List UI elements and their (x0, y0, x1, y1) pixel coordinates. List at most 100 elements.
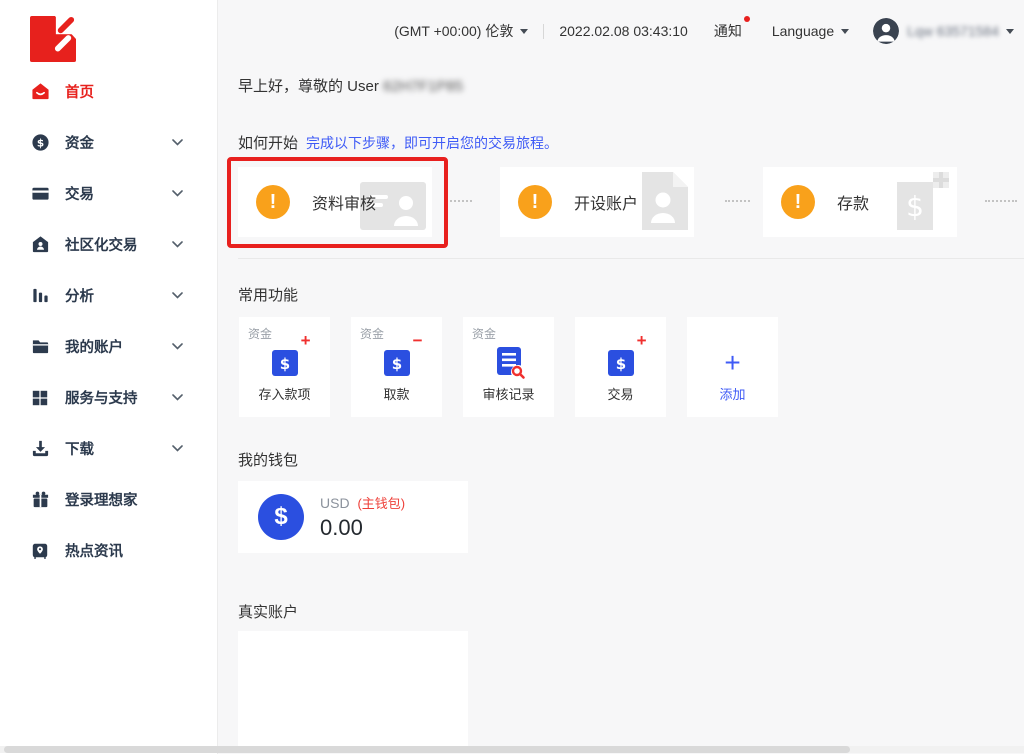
quick-functions-title: 常用功能 (238, 284, 298, 305)
wallet-info: USD (主钱包) 0.00 (320, 493, 405, 541)
warning-exclamation-icon: ! (256, 185, 290, 219)
sidebar-item-community-trading[interactable]: 社区化交易 (0, 219, 217, 270)
chevron-down-icon (172, 343, 183, 350)
horizontal-scrollbar-track[interactable] (0, 746, 1024, 753)
sidebar-nav: 首页 $ 资金 交易 社区化交易 分析 (0, 66, 217, 576)
sidebar-item-label: 热点资讯 (65, 540, 123, 561)
sidebar-item-label: 下载 (65, 438, 94, 459)
analytics-icon (30, 286, 50, 306)
minus-badge-icon: − (413, 332, 423, 349)
card-tag: 资金 (239, 317, 272, 341)
sidebar-item-download[interactable]: 下载 (0, 423, 217, 474)
location-news-icon (30, 541, 50, 561)
folder-icon (30, 337, 50, 357)
sidebar-item-label: 资金 (65, 132, 94, 153)
sidebar-item-label: 首页 (65, 81, 94, 102)
card-tag: 资金 (463, 317, 496, 341)
gift-icon (30, 490, 50, 510)
svg-text:$: $ (391, 355, 401, 373)
quick-card-trade[interactable]: $ + 交易 (575, 317, 666, 417)
sidebar-item-funds[interactable]: $ 资金 (0, 117, 217, 168)
grid-icon (30, 388, 50, 408)
sidebar-item-hot-news[interactable]: 热点资讯 (0, 525, 217, 576)
card-tag: 资金 (351, 317, 384, 341)
section-divider (238, 258, 1024, 259)
money-plus-icon: $ (891, 170, 951, 233)
sidebar-item-service-support[interactable]: 服务与支持 (0, 372, 217, 423)
sidebar-item-home[interactable]: 首页 (0, 66, 217, 117)
howto-section-header: 如何开始完成以下步骤，即可开启您的交易旅程。 (238, 132, 558, 153)
chevron-down-icon (172, 241, 183, 248)
card-label: 存入款项 (258, 384, 310, 403)
step-connector-dots (725, 200, 750, 202)
wallet-currency: USD (320, 495, 350, 511)
greeting-username-masked: 62H7F1P85 (383, 78, 463, 95)
howto-link[interactable]: 完成以下步骤，即可开启您的交易旅程。 (306, 135, 558, 151)
community-icon (30, 235, 50, 255)
sidebar-item-label: 分析 (65, 285, 94, 306)
sidebar-item-label: 登录理想家 (65, 489, 138, 510)
card-tag (687, 317, 696, 341)
step-connector-dots (450, 200, 472, 202)
download-icon (30, 439, 50, 459)
home-icon (30, 82, 50, 102)
sidebar-item-label: 交易 (65, 183, 94, 204)
sidebar-item-trade[interactable]: 交易 (0, 168, 217, 219)
add-plus-icon: + (724, 341, 740, 384)
card-tag (575, 317, 584, 341)
sidebar-item-login-idealhome[interactable]: 登录理想家 (0, 474, 217, 525)
horizontal-scrollbar-thumb[interactable] (4, 746, 850, 753)
quick-card-deposit-funds[interactable]: 资金 $ + 存入款项 (239, 317, 330, 417)
sidebar-item-my-account[interactable]: 我的账户 (0, 321, 217, 372)
warning-exclamation-icon: ! (781, 185, 815, 219)
sidebar-item-label: 我的账户 (65, 336, 123, 357)
svg-text:$: $ (615, 355, 625, 373)
howto-title: 如何开始 (238, 135, 298, 152)
document-search-icon (491, 341, 527, 384)
greeting: 早上好，尊敬的 User 62H7F1P85 (238, 75, 463, 96)
wallet-balance: 0.00 (320, 515, 405, 541)
plus-badge-icon: + (637, 332, 647, 349)
logo-icon (30, 16, 76, 62)
step-connector-dots (985, 200, 1017, 202)
step-card-deposit[interactable]: ! 存款 $ (763, 167, 957, 237)
card-label: 交易 (607, 384, 633, 403)
quick-card-review-records[interactable]: 资金 审核记录 (463, 317, 554, 417)
wallet-section-title: 我的钱包 (238, 449, 298, 470)
sidebar-item-label: 服务与支持 (65, 387, 138, 408)
svg-text:$: $ (279, 355, 289, 373)
sidebar-item-label: 社区化交易 (65, 234, 138, 255)
chevron-down-icon (172, 394, 183, 401)
app-logo[interactable] (30, 16, 76, 62)
document-person-icon (642, 172, 688, 233)
quick-card-add[interactable]: + 添加 (687, 317, 778, 417)
step-card-profile-review[interactable]: ! 资料审核 (238, 167, 432, 237)
sidebar-item-analysis[interactable]: 分析 (0, 270, 217, 321)
step-card-open-account[interactable]: ! 开设账户 (500, 167, 694, 237)
funds-icon: $ (30, 133, 50, 153)
step-label: 存款 (837, 190, 869, 214)
dollar-circle-icon: $ (258, 494, 304, 540)
quick-card-withdraw[interactable]: 资金 $ − 取款 (351, 317, 442, 417)
svg-text:$: $ (36, 137, 43, 149)
greeting-text: 早上好，尊敬的 User (238, 78, 379, 95)
svg-text:$: $ (906, 190, 924, 223)
wallet-main-tag: (主钱包) (357, 496, 405, 511)
dollar-square-minus-icon: $ − (381, 341, 413, 384)
dollar-square-plus-icon: $ + (269, 341, 301, 384)
real-account-card-empty (238, 631, 468, 747)
step-label: 开设账户 (574, 190, 638, 214)
chevron-down-icon (172, 445, 183, 452)
trade-icon (30, 184, 50, 204)
card-label: 添加 (719, 384, 745, 403)
chevron-down-icon (172, 292, 183, 299)
main-content: 早上好，尊敬的 User 62H7F1P85 如何开始完成以下步骤，即可开启您的… (218, 0, 1024, 754)
step-label: 资料审核 (312, 190, 376, 214)
sidebar: 首页 $ 资金 交易 社区化交易 分析 (0, 0, 218, 754)
chevron-down-icon (172, 139, 183, 146)
warning-exclamation-icon: ! (518, 185, 552, 219)
card-label: 取款 (383, 384, 409, 403)
dollar-square-plus-icon: $ + (605, 341, 637, 384)
wallet-card-usd[interactable]: $ USD (主钱包) 0.00 (238, 481, 468, 553)
chevron-down-icon (172, 190, 183, 197)
